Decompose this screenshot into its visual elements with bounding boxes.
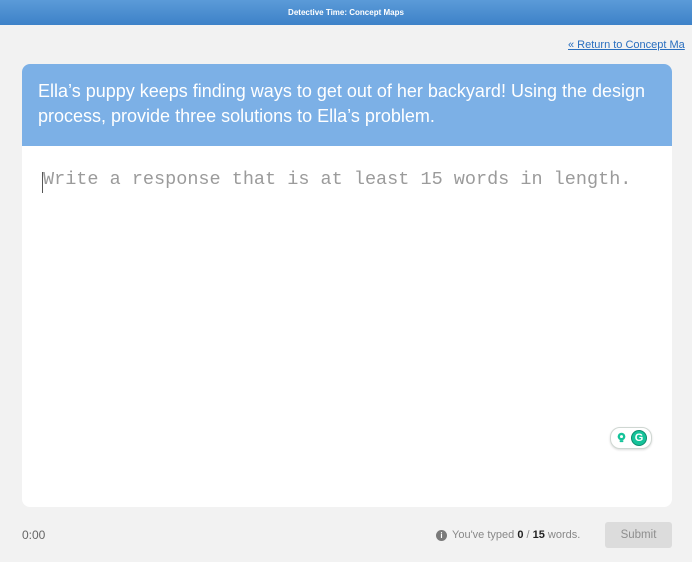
lightbulb-icon [617, 432, 626, 443]
info-icon: i [436, 530, 447, 541]
question-prompt: Ella’s puppy keeps finding ways to get o… [22, 64, 672, 146]
return-to-concept-maps-link[interactable]: « Return to Concept Ma [568, 39, 685, 51]
app-header: Detective Time: Concept Maps [0, 0, 692, 25]
timer: 0:00 [22, 528, 46, 542]
grammarly-widget[interactable]: G [610, 427, 652, 449]
typed-word-count: 0 [517, 529, 524, 541]
question-card: Ella’s puppy keeps finding ways to get o… [22, 64, 672, 507]
word-count-prefix: You've typed [452, 529, 518, 541]
word-count-status: You've typed 0 / 15 words. [452, 529, 581, 541]
required-word-count: 15 [532, 529, 545, 541]
response-placeholder: Write a response that is at least 15 wor… [43, 169, 632, 190]
word-count-suffix: words. [544, 529, 581, 541]
response-textarea[interactable]: Write a response that is at least 15 wor… [22, 164, 672, 507]
grammarly-icon[interactable]: G [631, 430, 647, 446]
submit-button[interactable]: Submit [605, 522, 672, 548]
page-title: Detective Time: Concept Maps [288, 8, 404, 17]
